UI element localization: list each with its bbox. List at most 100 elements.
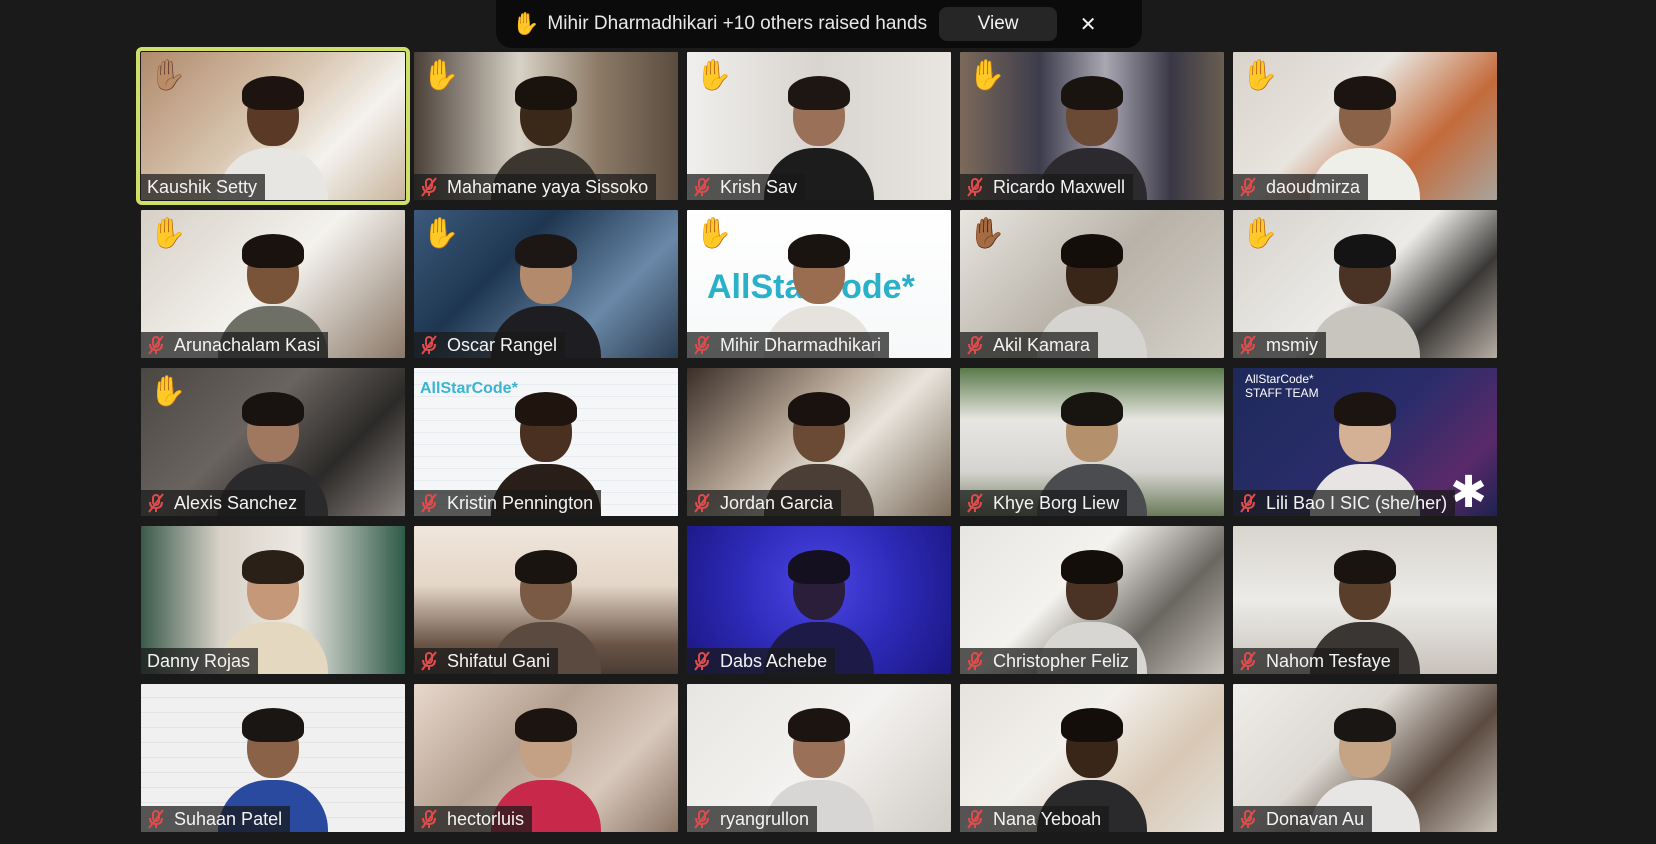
raised-hand-icon: ✋ xyxy=(1241,59,1279,92)
participant-tile[interactable]: Khye Borg Liew xyxy=(960,368,1224,516)
participant-name: Jordan Garcia xyxy=(720,492,834,513)
video-grid: ✋🏽 Kaushik Setty ✋ Mahamane yaya Sissoko ✋ Kr… xyxy=(136,47,1497,832)
participant-tile[interactable]: Nahom Tesfaye xyxy=(1233,526,1497,674)
participant-hair xyxy=(1061,234,1123,268)
muted-mic-icon xyxy=(1240,651,1256,671)
participant-name: Mihir Dharmadhikari xyxy=(720,334,882,355)
close-icon[interactable]: ✕ xyxy=(1073,9,1103,39)
participant-name: ryangrullon xyxy=(720,808,810,829)
participant-tile[interactable]: Shifatul Gani xyxy=(414,526,678,674)
participant-hair xyxy=(1334,550,1396,584)
participant-name-label: Alexis Sanchez xyxy=(141,490,306,516)
participant-tile[interactable]: ✋ Mahamane yaya Sissoko xyxy=(414,52,678,200)
participant-name-label: Nahom Tesfaye xyxy=(1233,648,1399,674)
muted-mic-icon xyxy=(694,809,710,829)
participant-tile[interactable]: Jordan Garcia xyxy=(687,368,951,516)
view-button[interactable]: View xyxy=(939,7,1058,41)
participant-tile[interactable]: AllStarCode* Kristin Pennington xyxy=(414,368,678,516)
staff-team-banner: AllStarCode* STAFF TEAM xyxy=(1245,372,1319,400)
participant-name-label: Kaushik Setty xyxy=(141,174,266,200)
muted-mic-icon xyxy=(967,651,983,671)
participant-hair xyxy=(1334,708,1396,742)
participant-name-label: Kristin Pennington xyxy=(414,490,602,516)
muted-mic-icon xyxy=(1240,177,1256,197)
participant-name: Dabs Achebe xyxy=(720,650,828,671)
participant-tile[interactable]: AllStarCode*✋Mihir Dharmadhikari xyxy=(687,210,951,358)
muted-mic-icon xyxy=(1240,809,1256,829)
participant-name-label: Krish Sav xyxy=(687,174,806,200)
muted-mic-icon xyxy=(421,809,437,829)
participant-name: Christopher Feliz xyxy=(993,650,1130,671)
participant-hair xyxy=(788,392,850,426)
participant-name: Akil Kamara xyxy=(993,334,1091,355)
participant-name: Donavan Au xyxy=(1266,808,1365,829)
muted-mic-icon xyxy=(148,335,164,355)
participant-name-label: Mahamane yaya Sissoko xyxy=(414,174,657,200)
participant-hair xyxy=(242,234,304,268)
raised-hand-icon: ✋ xyxy=(695,217,733,250)
participant-name: Lili Bao I SIC (she/her) xyxy=(1266,492,1448,513)
participant-hair xyxy=(515,234,577,268)
raised-hand-icon: ✋ xyxy=(422,59,460,92)
participant-name: Nahom Tesfaye xyxy=(1266,650,1391,671)
raised-hand-icon: ✋ xyxy=(1241,217,1279,250)
participant-name: Nana Yeboah xyxy=(993,808,1102,829)
participant-hair xyxy=(1334,234,1396,268)
participant-tile[interactable]: ryangrullon xyxy=(687,684,951,832)
raised-hand-icon: ✋ xyxy=(695,59,733,92)
participant-tile[interactable]: Suhaan Patel xyxy=(141,684,405,832)
participant-tile[interactable]: ✋🏾 Akil Kamara xyxy=(960,210,1224,358)
muted-mic-icon xyxy=(148,493,164,513)
participant-name-label: daoudmirza xyxy=(1233,174,1369,200)
participant-name-label: Christopher Feliz xyxy=(960,648,1138,674)
participant-hair xyxy=(788,708,850,742)
participant-tile[interactable]: hectorluis xyxy=(414,684,678,832)
muted-mic-icon xyxy=(694,493,710,513)
participant-tile[interactable]: ✋ msmiy xyxy=(1233,210,1497,358)
participant-name-label: Donavan Au xyxy=(1233,806,1373,832)
muted-mic-icon xyxy=(967,177,983,197)
participant-body xyxy=(1310,306,1420,358)
participant-hair xyxy=(242,76,304,110)
participant-tile[interactable]: Danny Rojas xyxy=(141,526,405,674)
participant-hair xyxy=(242,550,304,584)
participant-hair xyxy=(515,392,577,426)
participant-hair xyxy=(1061,392,1123,426)
participant-tile[interactable]: AllStarCode* STAFF TEAM ✱ Lili Bao I SIC (… xyxy=(1233,368,1497,516)
participant-tile[interactable]: ✋ Ricardo Maxwell xyxy=(960,52,1224,200)
participant-name: Krish Sav xyxy=(720,176,798,197)
muted-mic-icon xyxy=(148,809,164,829)
participant-tile[interactable]: ✋🏽 Kaushik Setty xyxy=(136,47,410,205)
participant-name: Alexis Sanchez xyxy=(174,492,298,513)
muted-mic-icon xyxy=(421,651,437,671)
participant-tile[interactable]: ✋ Krish Sav xyxy=(687,52,951,200)
muted-mic-icon xyxy=(967,493,983,513)
participant-name-label: msmiy xyxy=(1233,332,1326,358)
participant-tile[interactable]: Donavan Au xyxy=(1233,684,1497,832)
participant-tile[interactable]: ✋ Arunachalam Kasi xyxy=(141,210,405,358)
participant-name: hectorluis xyxy=(447,808,525,829)
participant-name: Danny Rojas xyxy=(147,650,251,671)
raised-hand-icon: ✋ xyxy=(968,59,1006,92)
participant-name-label: Mihir Dharmadhikari xyxy=(687,332,890,358)
participant-hair xyxy=(788,234,850,268)
participant-name-label: Akil Kamara xyxy=(960,332,1099,358)
muted-mic-icon xyxy=(421,177,437,197)
participant-tile[interactable]: ✋ Oscar Rangel xyxy=(414,210,678,358)
participant-name-label: Shifatul Gani xyxy=(414,648,559,674)
asterisk-icon: ✱ xyxy=(1450,467,1487,516)
participant-hair xyxy=(515,76,577,110)
participant-tile[interactable]: Christopher Feliz xyxy=(960,526,1224,674)
participant-tile[interactable]: Dabs Achebe xyxy=(687,526,951,674)
muted-mic-icon xyxy=(1240,493,1256,513)
participant-name-label: Lili Bao I SIC (she/her) xyxy=(1233,490,1456,516)
participant-name-label: hectorluis xyxy=(414,806,533,832)
participant-name: daoudmirza xyxy=(1266,176,1361,197)
participant-tile[interactable]: Nana Yeboah xyxy=(960,684,1224,832)
participant-name-label: Khye Borg Liew xyxy=(960,490,1128,516)
raised-hand-icon: ✋ xyxy=(422,217,460,250)
participant-tile[interactable]: ✋ daoudmirza xyxy=(1233,52,1497,200)
participant-name-label: Nana Yeboah xyxy=(960,806,1110,832)
participant-tile[interactable]: ✋ Alexis Sanchez xyxy=(141,368,405,516)
muted-mic-icon xyxy=(1240,335,1256,355)
